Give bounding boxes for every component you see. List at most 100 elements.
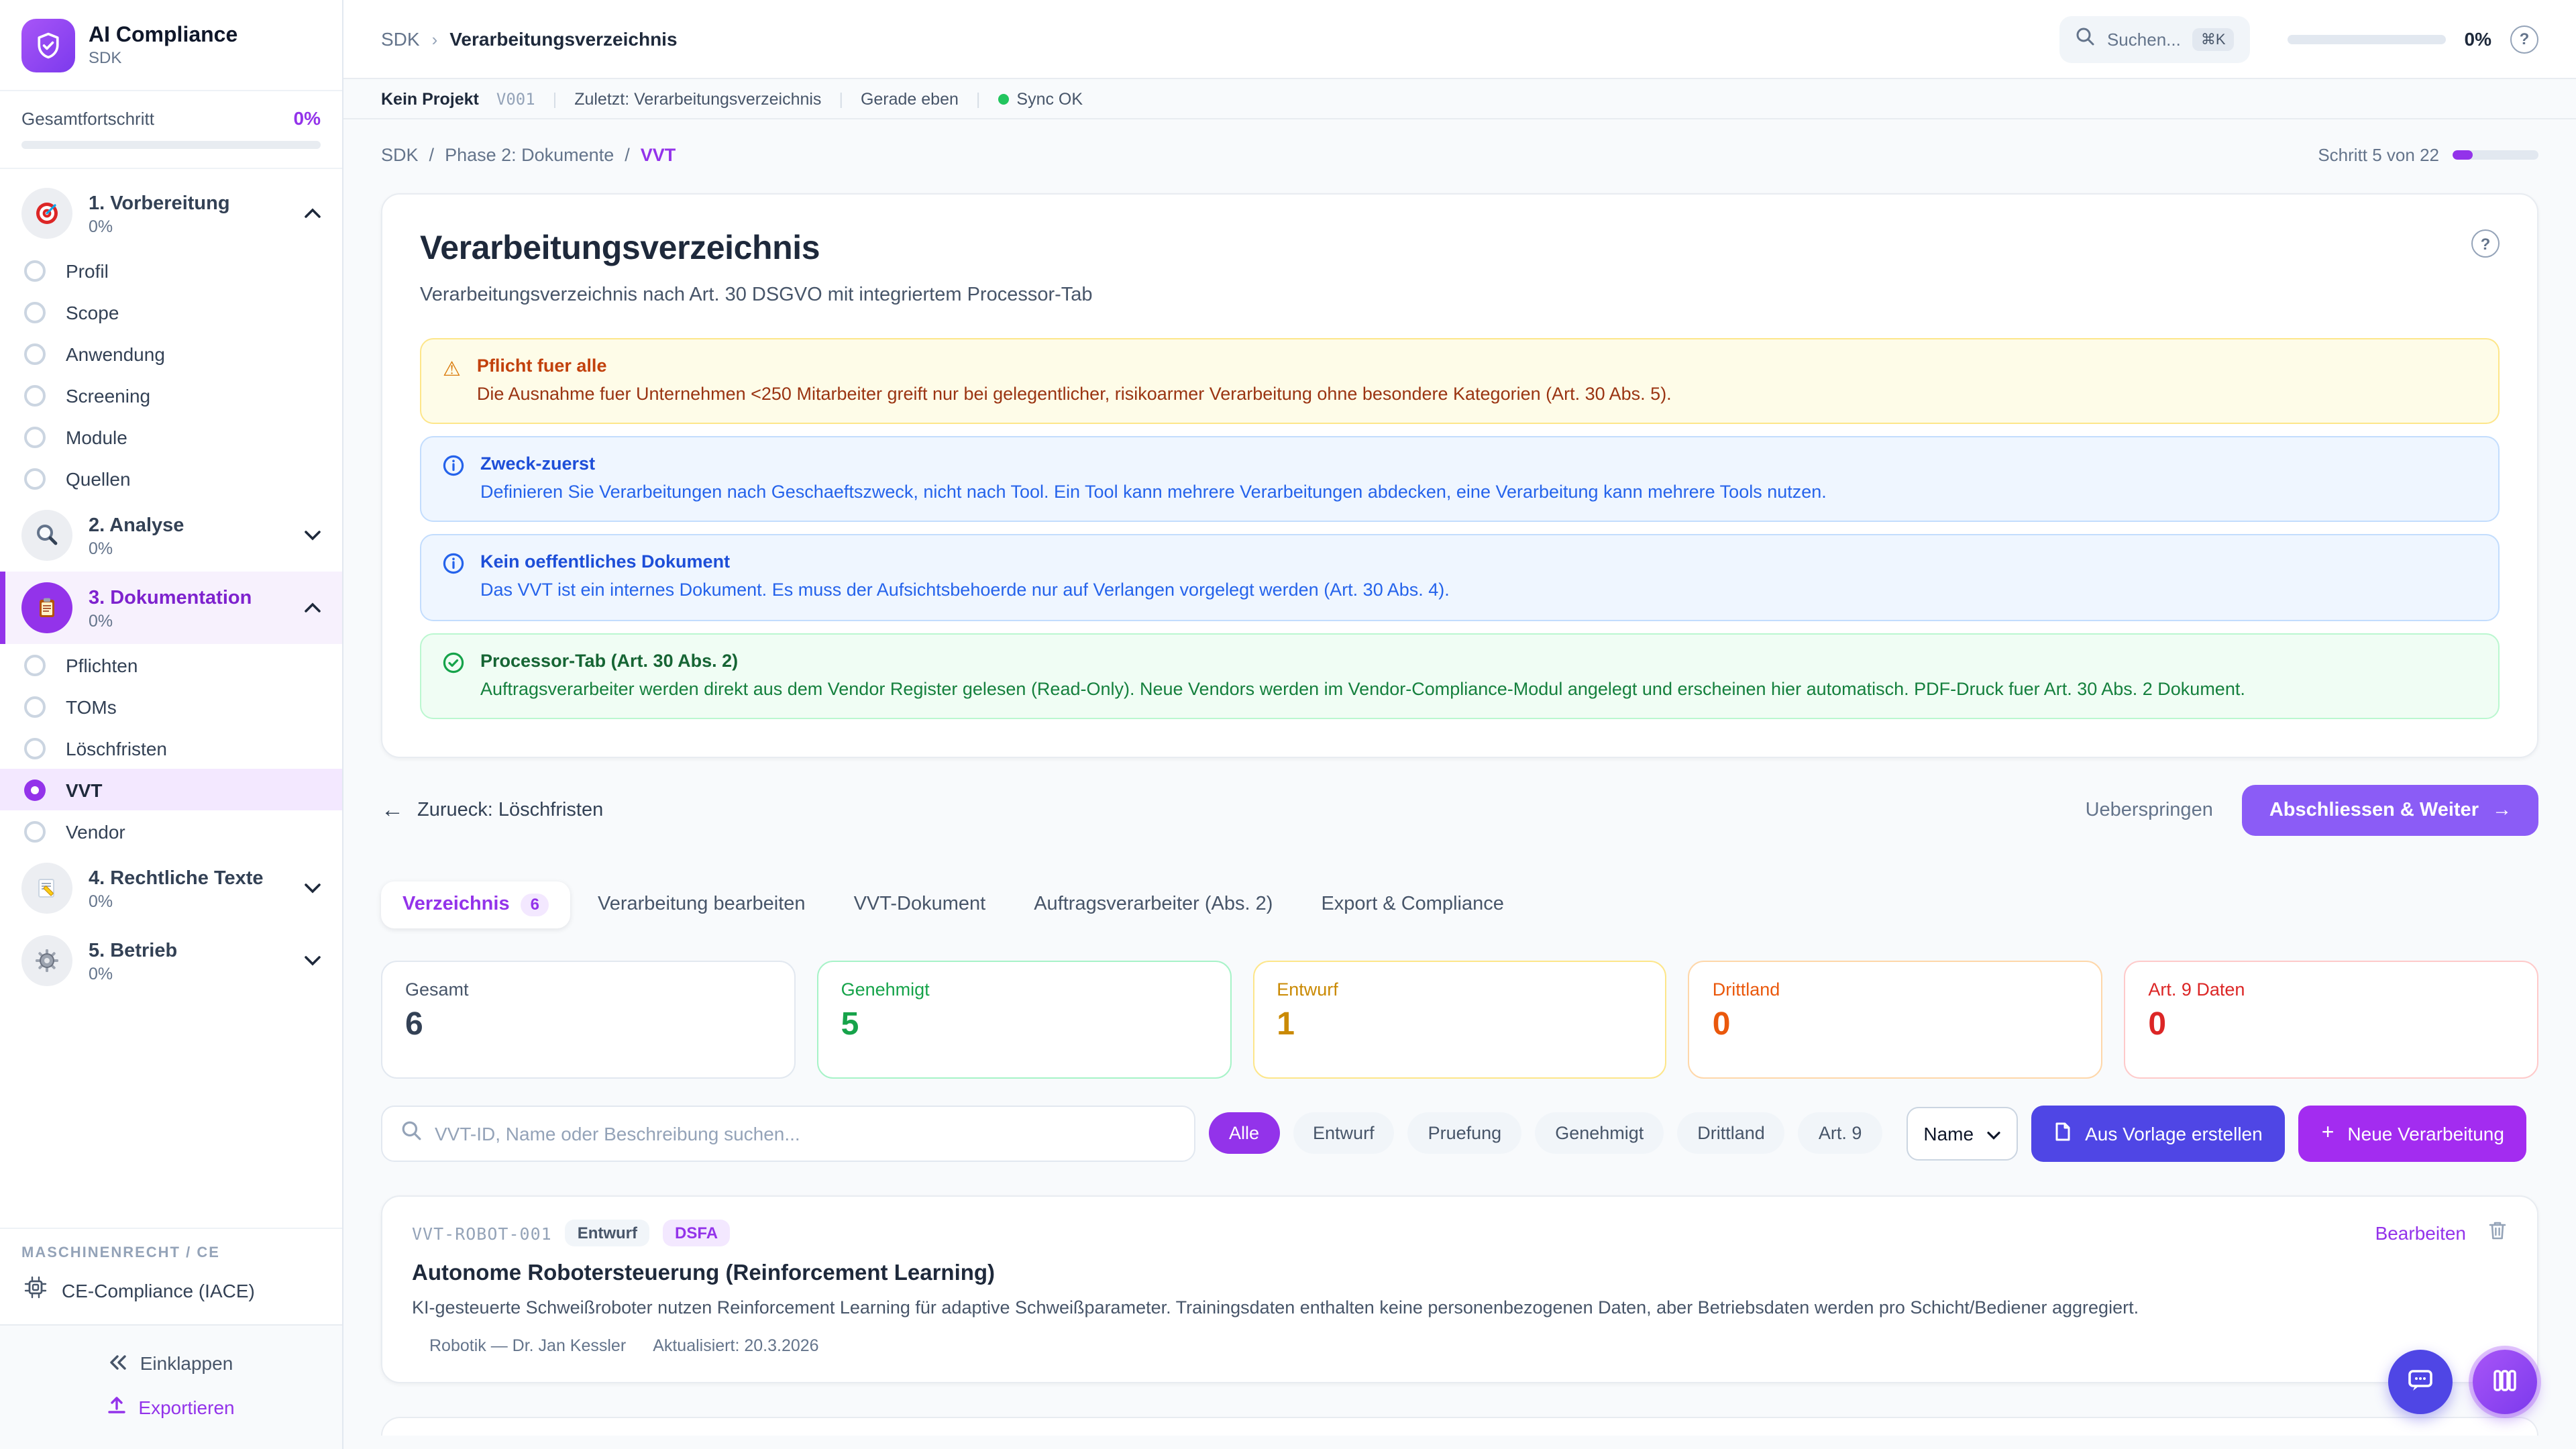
global-search[interactable]: Suchen... ⌘K: [2060, 15, 2250, 62]
tab-auftragsverarbeiter[interactable]: Auftragsverarbeiter (Abs. 2): [1012, 882, 1294, 928]
sidebar-item-module[interactable]: Module: [0, 416, 342, 458]
sidebar-section-betrieb[interactable]: 5. Betrieb 0%: [0, 924, 342, 997]
record-title: Autonome Robotersteuerung (Reinforcement…: [412, 1261, 2508, 1287]
header-progress-bar: [2288, 34, 2446, 44]
sidebar-item-profil[interactable]: Profil: [0, 250, 342, 291]
plus-icon: +: [2322, 1122, 2334, 1146]
filter-chip-art9[interactable]: Art. 9: [1799, 1113, 1882, 1155]
sidebar-section-vorbereitung[interactable]: 1. Vorbereitung 0%: [0, 177, 342, 250]
sidebar-item-scope[interactable]: Scope: [0, 291, 342, 333]
arrow-left-icon: ←: [381, 797, 404, 824]
stats-row: Gesamt 6 Genehmigt 5 Entwurf 1 Drittland…: [381, 961, 2538, 1079]
export-button[interactable]: Exportieren: [0, 1385, 342, 1430]
app-logo-block: AI Compliance SDK: [0, 0, 342, 91]
radio-icon: [24, 737, 46, 759]
section-percent: 0%: [89, 217, 288, 235]
sidebar-section-rechtliche-texte[interactable]: 4. Rechtliche Texte 0%: [0, 852, 342, 924]
step-label: Schritt 5 von 22: [2318, 145, 2439, 165]
collapse-sidebar-button[interactable]: Einklappen: [0, 1342, 342, 1385]
stat-card-art9: Art. 9 Daten 0: [2124, 961, 2538, 1079]
shield-check-icon: [21, 19, 75, 72]
wizard-nav-row: ← Zurueck: Löschfristen Ueberspringen Ab…: [381, 785, 2538, 836]
page-subtitle: Verarbeitungsverzeichnis nach Art. 30 DS…: [420, 284, 1093, 306]
alert-body: Definieren Sie Verarbeitungen nach Gesch…: [480, 480, 1827, 504]
version-tag: V001: [496, 89, 535, 108]
radio-icon: [24, 654, 46, 676]
sidebar-item-vvt[interactable]: VVT: [0, 769, 342, 810]
trash-icon[interactable]: [2487, 1220, 2508, 1248]
sidebar-item-ce-compliance[interactable]: CE-Compliance (IACE): [21, 1261, 321, 1311]
back-button[interactable]: ← Zurueck: Löschfristen: [381, 797, 603, 824]
status-bar: Kein Projekt V001 | Zuletzt: Verarbeitun…: [343, 79, 2576, 119]
breadcrumb-current: Verarbeitungsverzeichnis: [449, 28, 677, 50]
filter-chip-pruefung[interactable]: Pruefung: [1408, 1113, 1522, 1155]
chevron-down-icon: [1987, 1123, 2000, 1144]
app-root: AI Compliance SDK Gesamtfortschritt 0% 1…: [0, 0, 2576, 1449]
section-label: 2. Analyse: [89, 515, 184, 536]
tab-verzeichnis[interactable]: Verzeichnis 6: [381, 881, 571, 928]
sync-status: Sync OK: [998, 89, 1083, 108]
alerts-list: ⚠ Pflicht fuer alle Die Ausnahme fuer Un…: [420, 338, 2500, 719]
main-area: SDK › Verarbeitungsverzeichnis Suchen...…: [343, 0, 2576, 1449]
machine-item-label: CE-Compliance (IACE): [62, 1280, 255, 1301]
tab-vvt-dokument[interactable]: VVT-Dokument: [833, 882, 1008, 928]
alert-success: Processor-Tab (Art. 30 Abs. 2) Auftragsv…: [420, 633, 2500, 718]
stat-card-gesamt: Gesamt 6: [381, 961, 796, 1079]
chat-fab[interactable]: [2388, 1350, 2453, 1414]
breadcrumb-root[interactable]: SDK: [381, 28, 420, 50]
filter-chip-entwurf[interactable]: Entwurf: [1293, 1113, 1395, 1155]
crumb-sdk[interactable]: SDK: [381, 145, 419, 165]
columns-fab[interactable]: [2473, 1350, 2537, 1414]
help-icon[interactable]: ?: [2471, 229, 2500, 258]
next-label: Abschliessen & Weiter: [2269, 800, 2479, 821]
keyboard-shortcut-badge: ⌘K: [2193, 28, 2234, 50]
alert-body: Auftragsverarbeiter werden direkt aus de…: [480, 677, 2245, 701]
record-search-input[interactable]: [435, 1123, 1175, 1144]
top-header: SDK › Verarbeitungsverzeichnis Suchen...…: [343, 0, 2576, 79]
complete-next-button[interactable]: Abschliessen & Weiter →: [2243, 785, 2538, 836]
sidebar-footer: Einklappen Exportieren: [0, 1324, 342, 1449]
radio-icon: [24, 343, 46, 364]
filter-chip-drittland[interactable]: Drittland: [1677, 1113, 1785, 1155]
skip-button[interactable]: Ueberspringen: [2086, 800, 2213, 821]
create-from-template-button[interactable]: Aus Vorlage erstellen: [2031, 1106, 2286, 1162]
sidebar: AI Compliance SDK Gesamtfortschritt 0% 1…: [0, 0, 343, 1449]
edit-record-button[interactable]: Bearbeiten: [2375, 1223, 2466, 1244]
sidebar-section-analyse[interactable]: 2. Analyse 0%: [0, 499, 342, 572]
sidebar-item-screening[interactable]: Screening: [0, 374, 342, 416]
chat-bubble-icon: [2406, 1365, 2435, 1399]
new-record-button[interactable]: + Neue Verarbeitung: [2299, 1106, 2527, 1162]
double-chevron-left-icon: [109, 1352, 128, 1374]
sidebar-section-dokumentation[interactable]: 3. Dokumentation 0%: [0, 572, 342, 644]
record-description: KI-gesteuerte Schweißroboter nutzen Rein…: [412, 1296, 2508, 1322]
sidebar-item-quellen[interactable]: Quellen: [0, 458, 342, 499]
clipboard-icon: [21, 582, 72, 633]
filter-chip-alle[interactable]: Alle: [1209, 1113, 1279, 1155]
crumb-current: VVT: [641, 145, 676, 165]
radio-icon: [24, 696, 46, 717]
chevron-down-icon: [305, 876, 321, 900]
sort-select[interactable]: Name: [1906, 1107, 2018, 1161]
search-icon: [2076, 26, 2095, 52]
arrow-right-icon: →: [2492, 800, 2512, 821]
record-card-partial[interactable]: [381, 1417, 2538, 1436]
sidebar-item-pflichten[interactable]: Pflichten: [0, 644, 342, 686]
section-label: 3. Dokumentation: [89, 587, 252, 608]
section-percent: 0%: [89, 539, 288, 557]
tab-verarbeitung-bearbeiten[interactable]: Verarbeitung bearbeiten: [576, 882, 827, 928]
crumb-phase[interactable]: Phase 2: Dokumente: [445, 145, 614, 165]
back-label: Zurueck: Löschfristen: [417, 800, 603, 821]
filter-chip-genehmigt[interactable]: Genehmigt: [1535, 1113, 1664, 1155]
tab-export-compliance[interactable]: Export & Compliance: [1299, 882, 1525, 928]
chip-icon: [24, 1276, 47, 1305]
help-icon[interactable]: ?: [2510, 25, 2538, 53]
sidebar-item-anwendung[interactable]: Anwendung: [0, 333, 342, 374]
breadcrumb: SDK › Verarbeitungsverzeichnis: [381, 28, 2041, 50]
sidebar-item-vendor[interactable]: Vendor: [0, 810, 342, 852]
machine-section-label: MASCHINENRECHT / CE: [21, 1245, 321, 1261]
chevron-right-icon: ›: [432, 29, 438, 49]
sidebar-item-loeschfristen[interactable]: Löschfristen: [0, 727, 342, 769]
record-card[interactable]: VVT-ROBOT-001 Entwurf DSFA Bearbeiten Au…: [381, 1195, 2538, 1383]
chevron-up-icon: [305, 201, 321, 225]
sidebar-item-toms[interactable]: TOMs: [0, 686, 342, 727]
